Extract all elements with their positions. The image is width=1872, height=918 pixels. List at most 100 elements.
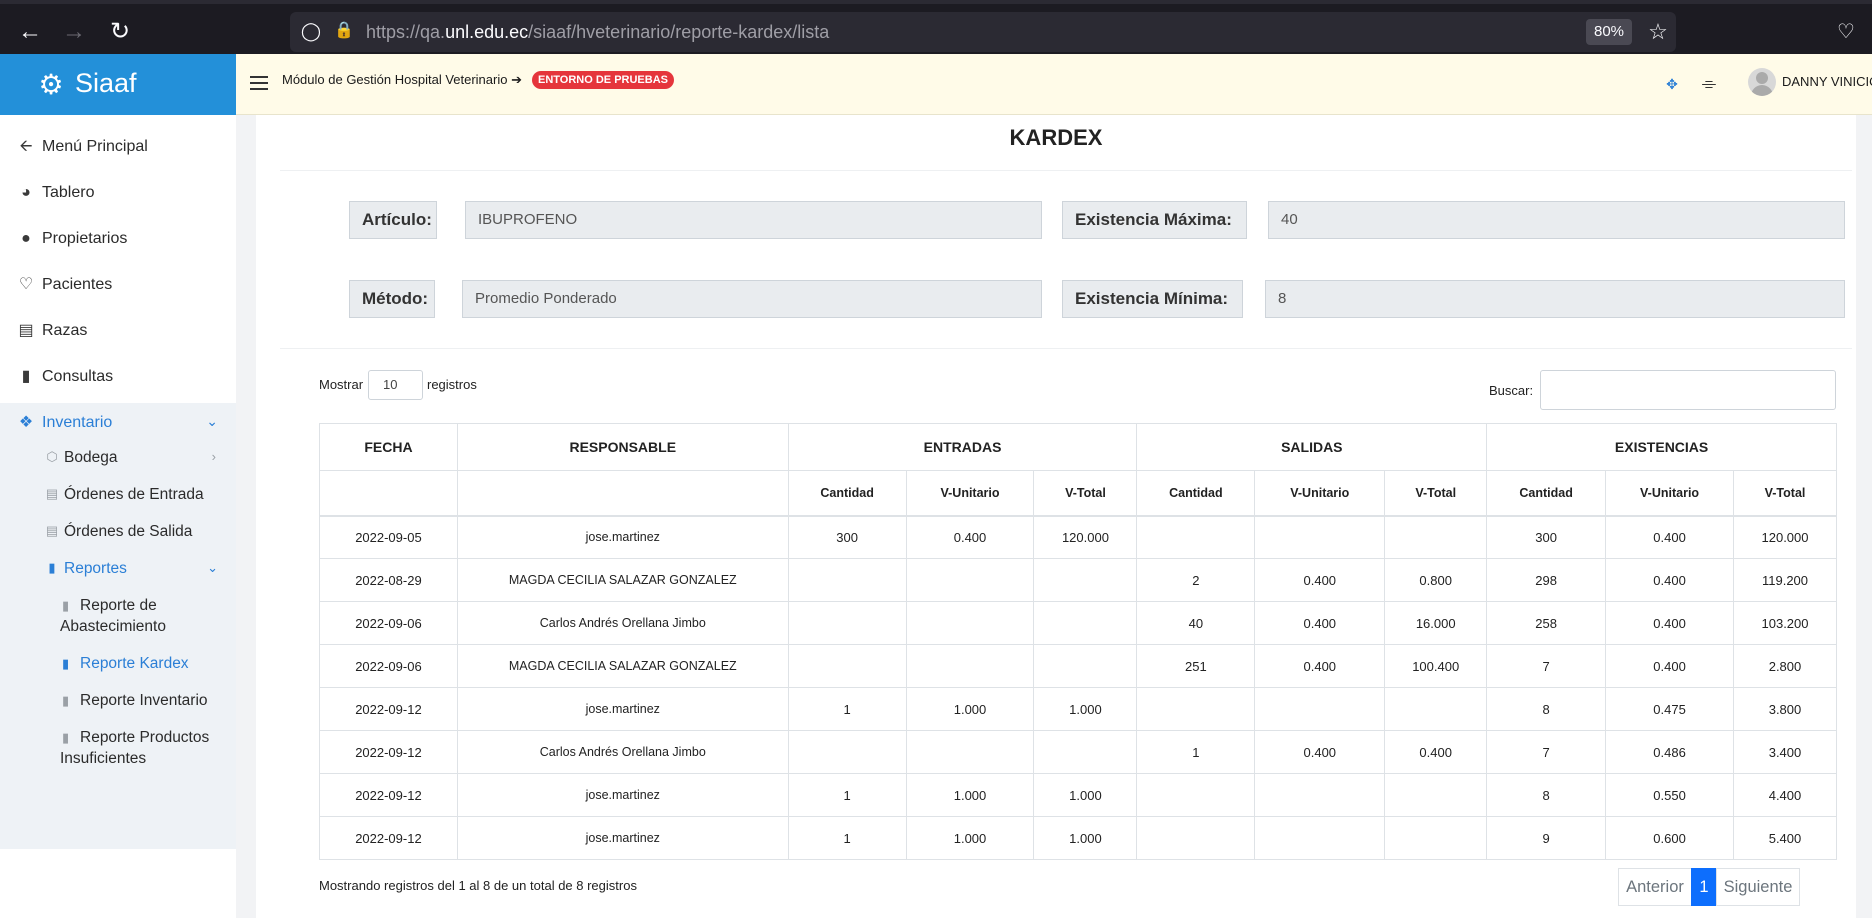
table-cell: MAGDA CECILIA SALAZAR GONZALEZ bbox=[456, 644, 789, 688]
sidebar-item-propietarios[interactable]: ● Propietarios bbox=[0, 219, 236, 259]
next-page-button[interactable]: Siguiente bbox=[1716, 868, 1800, 906]
sidebar-item-label: Reporte Kardex bbox=[80, 655, 189, 672]
table-row: 2022-09-12 jose.martinez 1 1.000 1.000 9 0.600… bbox=[319, 816, 1837, 860]
table-row: 2022-09-06 Carlos Andrés Orellana Jimbo 40… bbox=[319, 601, 1837, 645]
table-cell bbox=[1136, 773, 1256, 817]
fullscreen-icon[interactable]: ✥ bbox=[1664, 76, 1680, 92]
column-header-existencias-cantidad[interactable]: Cantidad bbox=[1486, 470, 1607, 517]
table-cell: 5.400 bbox=[1733, 816, 1837, 860]
table-cell: 0.400 bbox=[1254, 558, 1386, 602]
bell-icon[interactable]: ⌯ bbox=[1698, 72, 1720, 94]
sidebar-item-label: Órdenes de Entrada bbox=[64, 486, 204, 503]
table-cell: 2022-09-12 bbox=[319, 687, 458, 731]
column-subheader-empty bbox=[319, 470, 458, 517]
sidebar-item-label: Bodega bbox=[64, 449, 118, 466]
table-cell: 1.000 bbox=[1033, 816, 1138, 860]
existencia-maxima-label: Existencia Máxima: bbox=[1062, 201, 1247, 239]
chevron-down-icon: ⌄ bbox=[207, 560, 218, 575]
lock-icon[interactable]: 🔒 bbox=[334, 20, 354, 42]
column-header-entradas-cantidad[interactable]: Cantidad bbox=[787, 470, 907, 517]
table-cell bbox=[787, 558, 907, 602]
table-cell: 1.000 bbox=[1033, 687, 1138, 731]
hamburger-menu-icon[interactable] bbox=[250, 72, 272, 94]
chevron-right-icon: › bbox=[211, 449, 216, 464]
sidebar-item-label: Tablero bbox=[42, 184, 95, 201]
previous-page-button[interactable]: Anterior bbox=[1618, 868, 1692, 906]
user-name[interactable]: DANNY VINICIO bbox=[1782, 74, 1872, 89]
page-1-button[interactable]: 1 bbox=[1691, 868, 1717, 906]
table-cell bbox=[1384, 816, 1488, 860]
table-cell: 298 bbox=[1486, 558, 1607, 602]
table-cell: 120.000 bbox=[1033, 515, 1138, 559]
column-header-responsable[interactable]: RESPONSABLE bbox=[456, 423, 789, 471]
table-cell: Carlos Andrés Orellana Jimbo bbox=[456, 730, 789, 774]
brand-header[interactable]: ⚙ Siaaf bbox=[0, 54, 236, 115]
table-row: 2022-09-12 jose.martinez 1 1.000 1.000 8 0.475… bbox=[319, 687, 1837, 731]
table-row: 2022-09-06 MAGDA CECILIA SALAZAR GONZALEZ… bbox=[319, 644, 1837, 688]
existencia-minima-field: 8 bbox=[1265, 280, 1845, 318]
table-cell: 1.000 bbox=[905, 687, 1035, 731]
table-cell: 120.000 bbox=[1733, 515, 1837, 559]
column-header-existencias-v-total[interactable]: V-Total bbox=[1733, 470, 1837, 517]
inventario-submenu: ⬡ Bodega › ▤ Órdenes de Entrada ▤ Órdene… bbox=[0, 429, 236, 849]
table-cell: 0.400 bbox=[1254, 644, 1386, 688]
table-cell: 2.800 bbox=[1733, 644, 1837, 688]
forward-arrow-icon[interactable]: → bbox=[60, 18, 88, 46]
sidebar-item-razas[interactable]: ▤ Razas bbox=[0, 311, 236, 351]
cube-icon: ⬡ bbox=[46, 449, 58, 464]
kardex-table: FECHA RESPONSABLE ENTRADAS SALIDAS EXIST… bbox=[319, 423, 1837, 860]
sidebar-item-consultas[interactable]: ▮ Consultas bbox=[0, 357, 236, 397]
table-cell: 7 bbox=[1486, 730, 1607, 774]
table-cell: 1.000 bbox=[1033, 773, 1138, 817]
table-cell bbox=[1384, 687, 1488, 731]
reload-icon[interactable]: ↻ bbox=[106, 18, 134, 46]
address-bar[interactable]: ◯ 🔒 https://qa.unl.edu.ec/siaaf/hveterin… bbox=[290, 12, 1676, 52]
divider bbox=[280, 348, 1852, 349]
zoom-level[interactable]: 80% bbox=[1586, 19, 1632, 45]
browser-toolbar: ← → ↻ ◯ 🔒 https://qa.unl.edu.ec/siaaf/hv… bbox=[0, 0, 1872, 54]
url-text[interactable]: https://qa.unl.edu.ec/siaaf/hveterinario… bbox=[366, 22, 829, 43]
sidebar-item-label: Reporte Inventario bbox=[80, 692, 208, 709]
table-cell: 9 bbox=[1486, 816, 1607, 860]
heartbeat-icon: ♡ bbox=[18, 276, 34, 293]
table-cell bbox=[1254, 515, 1386, 559]
table-cell bbox=[1033, 558, 1138, 602]
table-cell: 0.400 bbox=[1605, 644, 1734, 688]
sidebar-item-menu-principal[interactable]: 🡨 Menú Principal bbox=[0, 127, 236, 167]
table-cell bbox=[1136, 515, 1256, 559]
pocket-icon[interactable]: ♡ bbox=[1832, 18, 1860, 46]
main-content: KARDEX Artículo: IBUPROFENO Existencia M… bbox=[256, 115, 1856, 918]
table-cell: 2022-09-12 bbox=[319, 730, 458, 774]
page-length-select[interactable]: 10 bbox=[368, 370, 423, 400]
table-cell: jose.martinez bbox=[456, 687, 789, 731]
sidebar-item-pacientes[interactable]: ♡ Pacientes bbox=[0, 265, 236, 305]
table-cell bbox=[787, 644, 907, 688]
shield-icon[interactable]: ◯ bbox=[300, 20, 322, 42]
column-header-existencias-v-unitario[interactable]: V-Unitario bbox=[1605, 470, 1734, 517]
table-cell bbox=[1136, 816, 1256, 860]
gear-logo-icon: ⚙ bbox=[38, 69, 64, 100]
module-title: Módulo de Gestión Hospital Veterinario ➔ bbox=[282, 72, 522, 87]
column-subheader-empty bbox=[456, 470, 789, 517]
column-header-fecha[interactable]: FECHA bbox=[319, 423, 458, 471]
column-header-entradas-v-unitario[interactable]: V-Unitario bbox=[905, 470, 1035, 517]
column-header-salidas-v-total[interactable]: V-Total bbox=[1384, 470, 1488, 517]
environment-badge: ENTORNO DE PRUEBAS bbox=[532, 71, 674, 89]
chevron-down-icon: ⌄ bbox=[206, 413, 218, 429]
table-cell bbox=[787, 601, 907, 645]
table-cell: 2022-08-29 bbox=[319, 558, 458, 602]
search-input[interactable] bbox=[1540, 370, 1836, 410]
table-cell: 8 bbox=[1486, 687, 1607, 731]
table-cell: 0.475 bbox=[1605, 687, 1734, 731]
column-header-salidas-v-unitario[interactable]: V-Unitario bbox=[1254, 470, 1386, 517]
avatar[interactable] bbox=[1748, 68, 1776, 96]
table-cell bbox=[1254, 687, 1386, 731]
back-arrow-icon[interactable]: ← bbox=[16, 18, 44, 46]
table-cell bbox=[1033, 644, 1138, 688]
column-header-salidas-cantidad[interactable]: Cantidad bbox=[1136, 470, 1256, 517]
column-header-entradas-v-total[interactable]: V-Total bbox=[1033, 470, 1138, 517]
list-icon: ▤ bbox=[18, 322, 34, 339]
sidebar-item-tablero[interactable]: ◕ Tablero bbox=[0, 173, 236, 213]
star-bookmark-icon[interactable]: ☆ bbox=[1644, 18, 1672, 46]
table-cell: 0.400 bbox=[905, 515, 1035, 559]
